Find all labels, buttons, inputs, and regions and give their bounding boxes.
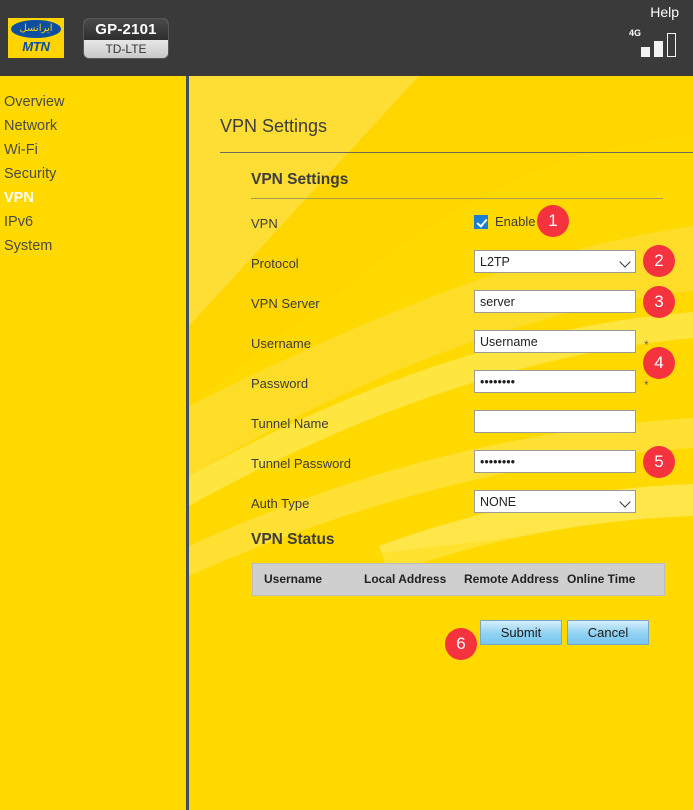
sidebar-item-security[interactable]: Security (0, 162, 186, 186)
top-header-bar: ایرانسل MTN GP-2101 TD-LTE Help 4G (0, 0, 693, 76)
column-header-username: Username (264, 572, 322, 586)
mtn-wordmark: MTN (22, 40, 49, 53)
mtn-irancell-logo: ایرانسل MTN (8, 18, 64, 58)
sidebar-item-vpn[interactable]: VPN (0, 186, 186, 210)
step-badge-6: 6 (445, 628, 477, 660)
auth-type-field: NONE (474, 490, 636, 513)
tunnel-password-label: Tunnel Password (251, 456, 351, 471)
sidebar-item-network[interactable]: Network (0, 114, 186, 138)
irancell-script-text: ایرانسل (11, 20, 61, 38)
sidebar-item-label: Overview (4, 94, 64, 110)
submit-button[interactable]: Submit (480, 620, 562, 645)
form-row-tunnel-password: Tunnel Password (189, 446, 693, 486)
device-model-name: GP-2101 (84, 19, 168, 40)
step-badge-4: 4 (643, 347, 675, 379)
step-badge-1: 1 (537, 205, 569, 237)
password-field (474, 370, 636, 393)
vpn-enable-field: Enable (474, 210, 535, 233)
tunnel-password-input[interactable] (474, 450, 636, 473)
vpn-settings-form: VPN Enable Protocol L2TP V (189, 206, 693, 526)
device-model-badge: GP-2101 TD-LTE (84, 19, 168, 58)
sidebar-item-ipv6[interactable]: IPv6 (0, 210, 186, 234)
sidebar-item-label: Network (4, 118, 57, 134)
sidebar-item-label: IPv6 (4, 214, 33, 230)
auth-type-select[interactable]: NONE (474, 490, 636, 513)
sidebar-item-system[interactable]: System (0, 234, 186, 258)
protocol-label: Protocol (251, 256, 299, 271)
vpn-enable-checkbox[interactable] (474, 215, 488, 229)
step-badge-3: 3 (643, 286, 675, 318)
vpn-server-field (474, 290, 636, 313)
section-title-vpn-status: VPN Status (251, 531, 335, 549)
password-input[interactable] (474, 370, 636, 393)
section-title-vpn-settings: VPN Settings (251, 171, 348, 189)
sidebar-item-overview[interactable]: Overview (0, 90, 186, 114)
sidebar-item-label: Security (4, 166, 56, 182)
sidebar-nav: Overview Network Wi-Fi Security VPN IPv6… (0, 76, 186, 810)
form-row-vpn-server: VPN Server (189, 286, 693, 326)
page-title-rule (220, 152, 693, 153)
signal-bar-3-empty (667, 33, 676, 57)
tunnel-name-label: Tunnel Name (251, 416, 329, 431)
vpn-enable-label: Enable (495, 214, 535, 229)
form-row-auth-type: Auth Type NONE (189, 486, 693, 526)
password-required-mark: * (644, 378, 649, 392)
cancel-button[interactable]: Cancel (567, 620, 649, 645)
main-content: VPN Settings VPN Settings VPN Enable Pro… (189, 76, 693, 810)
vpn-server-label: VPN Server (251, 296, 320, 311)
tunnel-password-field (474, 450, 636, 473)
step-badge-5: 5 (643, 446, 675, 478)
column-header-local-address: Local Address (364, 572, 446, 586)
page-title: VPN Settings (220, 116, 327, 137)
vpn-label: VPN (251, 216, 278, 231)
signal-strength-icon (641, 35, 683, 57)
username-input[interactable] (474, 330, 636, 353)
column-header-online-time: Online Time (567, 572, 635, 586)
form-row-tunnel-name: Tunnel Name (189, 406, 693, 446)
username-label: Username (251, 336, 311, 351)
tunnel-name-input[interactable] (474, 410, 636, 433)
sidebar-item-wifi[interactable]: Wi-Fi (0, 138, 186, 162)
vpn-status-table: Username Local Address Remote Address On… (252, 563, 665, 596)
sidebar-item-label: System (4, 238, 52, 254)
protocol-select[interactable]: L2TP (474, 250, 636, 273)
form-row-vpn: VPN Enable (189, 206, 693, 246)
column-header-remote-address: Remote Address (464, 572, 559, 586)
section-rule (251, 198, 663, 199)
form-row-username: Username * (189, 326, 693, 366)
form-row-password: Password * (189, 366, 693, 406)
sidebar-item-label: VPN (4, 190, 34, 206)
signal-bar-1 (641, 47, 650, 57)
help-link[interactable]: Help (650, 4, 679, 20)
form-row-protocol: Protocol L2TP (189, 246, 693, 286)
device-model-technology: TD-LTE (84, 40, 168, 58)
password-label: Password (251, 376, 308, 391)
sidebar-item-label: Wi-Fi (4, 142, 38, 158)
network-type-label: 4G (629, 28, 641, 38)
protocol-field: L2TP (474, 250, 636, 273)
signal-bar-2 (654, 41, 663, 57)
username-field (474, 330, 636, 353)
tunnel-name-field (474, 410, 636, 433)
vpn-server-input[interactable] (474, 290, 636, 313)
auth-type-label: Auth Type (251, 496, 309, 511)
status-indicator-group: 4G (627, 28, 683, 62)
step-badge-2: 2 (643, 245, 675, 277)
